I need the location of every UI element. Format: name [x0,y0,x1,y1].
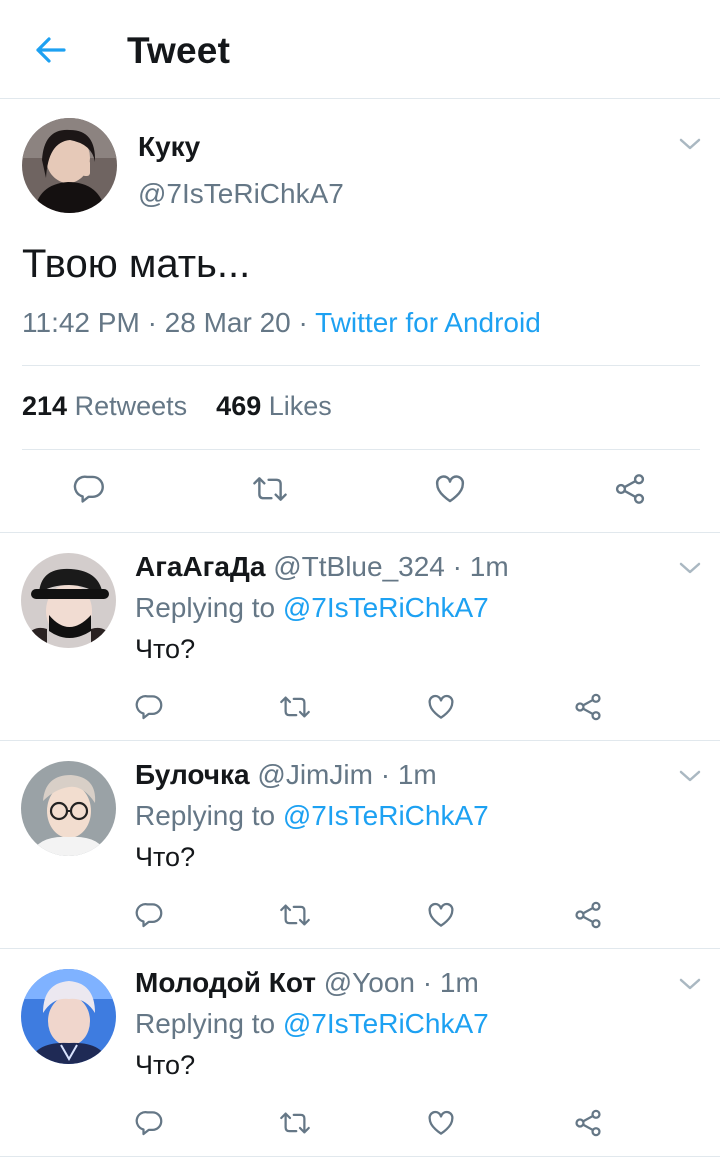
separator: · [298,307,316,338]
reply-author-handle[interactable]: @JimJim [257,759,373,790]
tweet-date: 28 Mar 20 [164,307,291,338]
reply-icon [135,903,163,928]
retweet-icon [253,477,287,501]
reply-text: Что? [135,634,196,664]
chevron-down-icon [679,138,701,150]
like-icon [428,902,454,927]
more-options-button[interactable] [677,135,703,153]
retweets-count: 214 [22,391,68,421]
arrow-left-icon [36,37,66,63]
like-icon [428,1110,454,1135]
tweet-time: 11:42 PM [22,307,140,338]
reply-button[interactable] [128,685,172,729]
avatar[interactable] [21,553,116,648]
tweet-meta: 11:42 PM · 28 Mar 20 · Twitter for Andro… [22,307,541,339]
more-options-button[interactable] [677,975,703,993]
likes-label: Likes [268,391,332,421]
more-options-button[interactable] [677,559,703,577]
like-icon [428,694,454,719]
author-name[interactable]: Куку [138,131,200,163]
reply-header: АгаАгаДа @TtBlue_324 · 1m [135,551,509,583]
separator: · [452,551,462,582]
share-button[interactable] [566,685,610,729]
share-icon [575,693,601,721]
separator: · [380,759,391,790]
back-button[interactable] [30,32,70,68]
more-options-button[interactable] [677,767,703,785]
reply-icon [73,475,104,503]
replying-label: Replying to [135,592,276,623]
reply-header: Булочка @JimJim · 1m [135,759,437,791]
replying-to-handle[interactable]: @7IsTeRiChkA7 [283,800,489,831]
divider [22,449,700,450]
replying-label: Replying to [135,1008,276,1039]
tweet-source-link[interactable]: Twitter for Android [315,307,541,338]
app-header: Tweet [0,0,720,99]
chevron-down-icon [679,978,701,990]
share-button[interactable] [566,893,610,937]
retweet-button[interactable] [273,893,317,937]
replying-to: Replying to @7IsTeRiChkA7 [135,800,489,832]
divider [22,365,700,366]
reply-button[interactable] [128,893,172,937]
like-button[interactable] [425,464,475,514]
replying-to-handle[interactable]: @7IsTeRiChkA7 [283,592,489,623]
like-icon [435,475,465,503]
reply-icon [135,1111,163,1136]
reply-time: 1m [397,759,437,790]
likes-count: 469 [216,391,262,421]
likes-stat[interactable]: 469 Likes [216,391,332,421]
reply-text: Что? [135,1050,196,1080]
separator: · [147,307,165,338]
like-button[interactable] [419,1101,463,1145]
reply-button[interactable] [65,464,115,514]
tweet-text: Твою мать... [22,242,251,286]
retweet-button[interactable] [245,464,295,514]
share-button[interactable] [605,464,655,514]
avatar[interactable] [22,118,117,213]
share-button[interactable] [566,1101,610,1145]
replying-label: Replying to [135,800,276,831]
retweets-stat[interactable]: 214 Retweets [22,391,187,421]
reply-tweet[interactable]: Булочка @JimJim · 1m Replying to @7IsTeR… [0,741,720,949]
author-handle[interactable]: @7IsTeRiChkA7 [138,178,344,210]
chevron-down-icon [679,770,701,782]
retweet-icon [280,904,310,926]
reply-author-name[interactable]: Булочка [135,759,250,790]
reply-author-handle[interactable]: @Yoon [324,967,415,998]
retweet-icon [280,696,310,718]
reply-tweet[interactable]: АгаАгаДа @TtBlue_324 · 1m Replying to @7… [0,533,720,741]
retweet-button[interactable] [273,1101,317,1145]
reply-text: Что? [135,842,196,872]
reply-tweet[interactable]: Молодой Кот @Yoon · 1m Replying to @7IsT… [0,949,720,1157]
retweets-label: Retweets [74,391,188,421]
replying-to-handle[interactable]: @7IsTeRiChkA7 [283,1008,489,1039]
reply-time: 1m [439,967,479,998]
retweet-icon [280,1112,310,1134]
avatar[interactable] [21,969,116,1064]
share-icon [615,474,645,504]
replying-to: Replying to @7IsTeRiChkA7 [135,1008,489,1040]
reply-author-name[interactable]: АгаАгаДа [135,551,265,582]
reply-header: Молодой Кот @Yoon · 1m [135,967,479,999]
replying-to: Replying to @7IsTeRiChkA7 [135,592,489,624]
share-icon [575,1109,601,1137]
reply-icon [135,695,163,720]
reply-time: 1m [469,551,509,582]
avatar[interactable] [21,761,116,856]
reply-button[interactable] [128,1101,172,1145]
like-button[interactable] [419,893,463,937]
reply-author-handle[interactable]: @TtBlue_324 [273,551,445,582]
tweet-stats: 214 Retweets 469 Likes [22,391,332,422]
chevron-down-icon [679,562,701,574]
share-icon [575,901,601,929]
separator: · [422,967,433,998]
like-button[interactable] [419,685,463,729]
reply-author-name[interactable]: Молодой Кот [135,967,316,998]
main-tweet: Куку @7IsTeRiChkA7 Твою мать... 11:42 PM… [0,99,720,533]
page-title: Tweet [127,30,231,71]
retweet-button[interactable] [273,685,317,729]
